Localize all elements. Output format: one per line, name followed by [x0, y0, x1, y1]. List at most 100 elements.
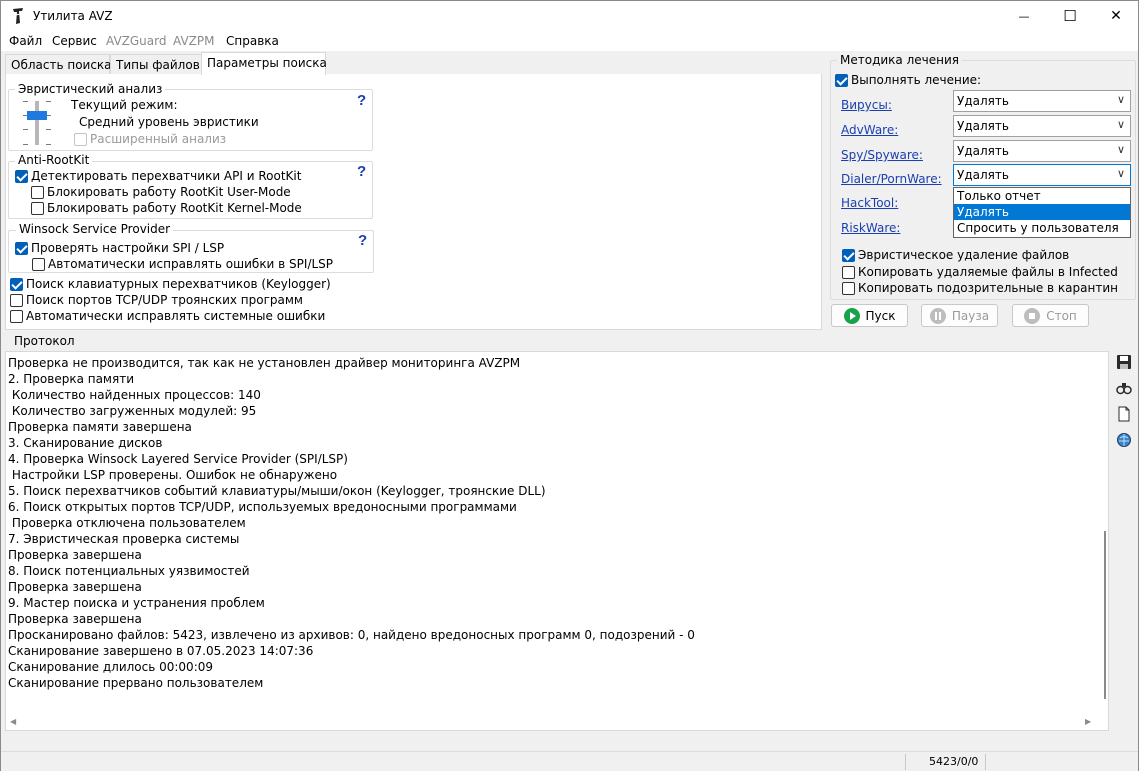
save-log-button[interactable] — [1115, 353, 1133, 371]
pause-icon — [929, 307, 946, 324]
blank-page-icon — [1118, 406, 1130, 422]
log-vertical-scroll-thumb[interactable] — [1104, 531, 1106, 699]
log-line: Проверка завершена — [8, 580, 142, 594]
slider-tick — [46, 129, 51, 130]
copy-infected-checkbox[interactable] — [842, 266, 855, 279]
menu-avzguard[interactable]: AVZGuard — [106, 34, 166, 48]
status-counter: 5423/0/0 — [929, 755, 979, 768]
heuristic-level-slider[interactable] — [27, 111, 47, 120]
hacktool-link[interactable]: HackTool: — [841, 196, 898, 210]
check-spi-lsp-checkbox[interactable] — [15, 242, 28, 255]
winsock-help-icon[interactable]: ? — [358, 232, 367, 249]
antirootkit-group-title: Anti-RootKit — [15, 153, 93, 167]
viruses-link[interactable]: Вирусы: — [841, 98, 892, 112]
close-button[interactable]: ✕ — [1093, 1, 1139, 31]
extended-analysis-checkbox[interactable] — [74, 133, 87, 146]
viruses-action-value: Удалять — [957, 94, 1009, 108]
dropdown-option-ask-user[interactable]: Спросить у пользователя — [954, 220, 1130, 236]
copy-quarantine-label: Копировать подозрительные в карантин — [858, 281, 1118, 295]
stop-icon — [1024, 307, 1041, 324]
detect-api-hooks-checkbox[interactable] — [15, 170, 28, 183]
heuristic-delete-label: Эвристическое удаление файлов — [858, 248, 1070, 262]
copy-quarantine-checkbox[interactable] — [842, 282, 855, 295]
scroll-left-icon[interactable]: ◀ — [10, 717, 16, 726]
dropdown-option-report-only[interactable]: Только отчет — [954, 188, 1130, 204]
check-spi-lsp-label: Проверять настройки SPI / LSP — [31, 241, 225, 255]
menu-bar: Файл Сервис AVZGuard AVZPM Справка — [1, 31, 1138, 51]
log-line: Настройки LSP проверены. Ошибок не обнар… — [8, 468, 338, 482]
winsock-group-title: Winsock Service Provider — [16, 222, 174, 236]
log-line: 4. Проверка Winsock Layered Service Prov… — [8, 452, 348, 466]
log-line: Сканирование прервано пользователем — [8, 676, 264, 690]
dialer-link[interactable]: Dialer/PornWare: — [841, 172, 942, 186]
heuristic-level-track — [35, 101, 39, 145]
tab-search-area[interactable]: Область поиска — [5, 54, 112, 75]
log-horizontal-scrollbar[interactable]: ◀ ▶ — [7, 714, 1099, 730]
log-line: Количество загруженных модулей: 95 — [8, 404, 257, 418]
menu-service[interactable]: Сервис — [52, 34, 97, 48]
heuristic-mode-value: Средний уровень эвристики — [79, 115, 259, 129]
log-line: 8. Поиск потенциальных уязвимостей — [8, 564, 250, 578]
stop-button[interactable]: Стоп — [1012, 304, 1089, 327]
stop-button-label: Стоп — [1046, 308, 1077, 323]
trojan-ports-checkbox[interactable] — [10, 294, 23, 307]
close-icon: ✕ — [1110, 8, 1122, 24]
log-line: Сканирование завершено в 07.05.2023 14:0… — [8, 644, 314, 658]
window-title: Утилита AVZ — [33, 9, 113, 23]
heuristic-delete-checkbox[interactable] — [842, 249, 855, 262]
chevron-down-icon: ∨ — [1116, 118, 1125, 131]
log-vertical-scrollbar[interactable] — [1100, 353, 1109, 713]
pause-button[interactable]: Пауза — [921, 304, 998, 327]
spyware-action-select[interactable]: Удалять ∨ — [953, 140, 1131, 162]
menu-file[interactable]: Файл — [9, 34, 42, 48]
advware-action-select[interactable]: Удалять ∨ — [953, 115, 1131, 137]
perform-treatment-checkbox[interactable] — [835, 74, 848, 87]
menu-help[interactable]: Справка — [226, 34, 279, 48]
heuristic-help-icon[interactable]: ? — [357, 92, 366, 109]
chevron-down-icon: ∨ — [1116, 143, 1125, 156]
protocol-log[interactable]: Проверка не производится, так как не уст… — [5, 351, 1109, 731]
globe-network-icon — [1117, 433, 1131, 447]
copy-infected-label: Копировать удаляемые файлы в Infected — [858, 265, 1118, 279]
title-bar: Утилита AVZ — ☐ ✕ — [1, 1, 1138, 31]
detect-api-hooks-label: Детектировать перехватчики API и RootKit — [31, 169, 302, 183]
slider-tick — [23, 129, 28, 130]
dropdown-option-delete[interactable]: Удалять — [954, 204, 1130, 220]
log-line: Количество найденных процессов: 140 — [8, 388, 261, 402]
log-line: Сканирование длилось 00:00:09 — [8, 660, 214, 674]
chevron-down-icon: ∨ — [1116, 93, 1125, 106]
antirootkit-help-icon[interactable]: ? — [357, 163, 366, 180]
spyware-action-value: Удалять — [957, 144, 1009, 158]
log-line: 7. Эвристическая проверка системы — [8, 532, 240, 546]
maximize-button[interactable]: ☐ — [1047, 1, 1093, 31]
action-dropdown-list: Только отчет Удалять Спросить у пользова… — [953, 187, 1131, 238]
dialer-action-select[interactable]: Удалять ∨ — [953, 164, 1131, 186]
scroll-right-icon[interactable]: ▶ — [1085, 717, 1091, 726]
menu-avzpm[interactable]: AVZPM — [173, 34, 214, 48]
minimize-button[interactable]: — — [1001, 1, 1047, 31]
log-line: Проверка не производится, так как не уст… — [8, 356, 521, 370]
viruses-action-select[interactable]: Удалять ∨ — [953, 90, 1131, 112]
find-in-log-button[interactable] — [1115, 379, 1133, 397]
tab-file-types[interactable]: Типы файлов — [110, 54, 202, 75]
start-button[interactable]: Пуск — [831, 304, 908, 327]
slider-tick — [46, 144, 51, 145]
status-bar: 5423/0/0 — [1, 751, 1138, 771]
clear-log-button[interactable] — [1115, 405, 1133, 423]
block-usermode-checkbox[interactable] — [31, 186, 44, 199]
network-log-button[interactable] — [1115, 431, 1133, 449]
advware-link[interactable]: AdvWare: — [841, 123, 898, 137]
extended-analysis-label: Расширенный анализ — [90, 132, 227, 146]
autofix-spi-lsp-checkbox[interactable] — [32, 258, 45, 271]
protocol-toolbar — [1113, 351, 1135, 461]
slider-tick — [46, 101, 51, 102]
tab-search-params[interactable]: Параметры поиска — [201, 52, 327, 75]
start-button-label: Пуск — [865, 308, 896, 323]
floppy-disk-icon — [1117, 355, 1131, 369]
keylogger-search-checkbox[interactable] — [10, 278, 23, 291]
autofix-system-errors-checkbox[interactable] — [10, 310, 23, 323]
riskware-link[interactable]: RiskWare: — [841, 221, 900, 235]
block-kernelmode-checkbox[interactable] — [31, 202, 44, 215]
avz-app-icon — [13, 8, 23, 24]
spyware-link[interactable]: Spy/Spyware: — [841, 148, 923, 162]
